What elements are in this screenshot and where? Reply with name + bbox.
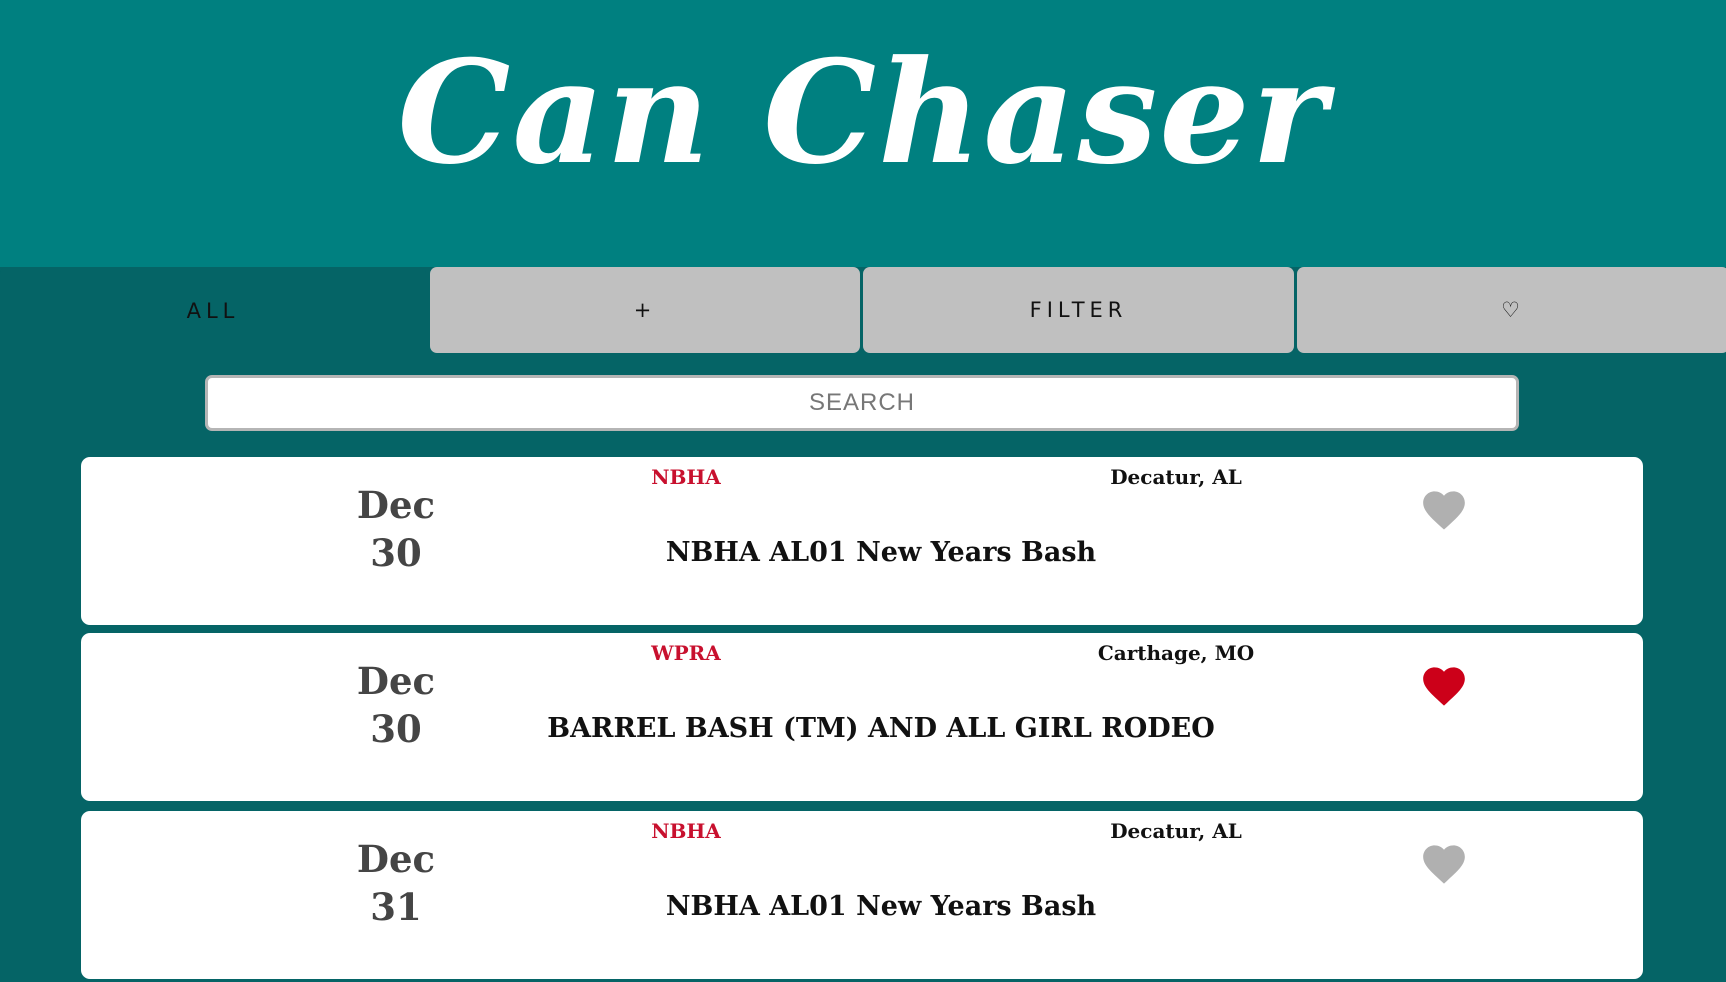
event-month: Dec (356, 659, 436, 703)
heart-icon[interactable] (1419, 839, 1469, 885)
search-bar (205, 375, 1519, 431)
app-logo-title: Can Chaser (397, 30, 1329, 196)
tab-add-event[interactable]: + (430, 267, 860, 353)
tab-all[interactable]: ALL (0, 267, 426, 355)
event-month: Dec (356, 837, 436, 881)
event-location: Carthage, MO (1097, 641, 1255, 665)
event-card[interactable]: Dec 31 NBHA Decatur, AL NBHA AL01 New Ye… (81, 811, 1643, 979)
event-card[interactable]: Dec 30 NBHA Decatur, AL NBHA AL01 New Ye… (81, 457, 1643, 625)
tab-filter[interactable]: FILTER (863, 267, 1294, 353)
search-input[interactable] (205, 375, 1519, 431)
event-name: BARREL BASH (TM) AND ALL GIRL RODEO (547, 713, 1215, 744)
event-month: Dec (356, 483, 436, 527)
event-name: NBHA AL01 New Years Bash (665, 891, 1097, 922)
event-organization: WPRA (651, 641, 721, 665)
event-card[interactable]: Dec 30 WPRA Carthage, MO BARREL BASH (TM… (81, 633, 1643, 801)
event-location: Decatur, AL (1110, 819, 1242, 843)
heart-icon[interactable] (1419, 661, 1469, 707)
event-name: NBHA AL01 New Years Bash (665, 537, 1097, 568)
tab-bar: ALL + FILTER ♡ (0, 267, 1726, 355)
app-header: Can Chaser (0, 0, 1726, 267)
heart-icon[interactable] (1419, 485, 1469, 531)
event-location: Decatur, AL (1110, 465, 1242, 489)
event-organization: NBHA (651, 465, 721, 489)
tab-favorites[interactable]: ♡ (1297, 267, 1726, 353)
event-organization: NBHA (651, 819, 721, 843)
